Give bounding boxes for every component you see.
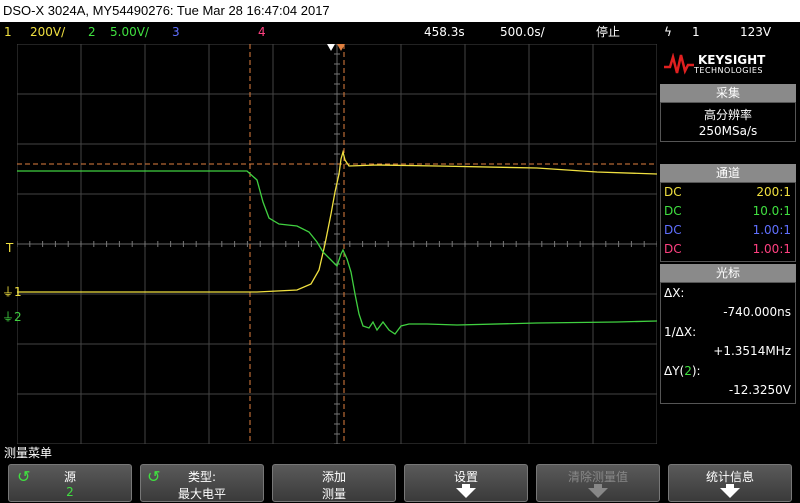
cursors-box[interactable]: ΔX: -740.000ns 1/ΔX: +1.3514MHz ΔY(2): -… bbox=[660, 282, 796, 404]
add-measurement-line2: 测量 bbox=[321, 487, 346, 501]
brand-name: KEYSIGHT bbox=[698, 52, 766, 67]
cursor-dy-prefix: ΔY( bbox=[664, 364, 685, 378]
cursor-inv-dx-label: 1/ΔX: bbox=[664, 325, 697, 339]
window-title: DSO-X 3024A, MY54490276: Tue Mar 28 16:4… bbox=[0, 0, 800, 22]
add-measurement-softkey[interactable]: 添加 测量 bbox=[272, 464, 396, 502]
source-softkey-value: 2 bbox=[66, 485, 74, 499]
type-softkey-label: 类型: bbox=[187, 470, 217, 484]
ch2-scale[interactable]: 5.00V/ bbox=[110, 22, 149, 42]
ch3-number[interactable]: 3 bbox=[172, 22, 180, 42]
statistics-softkey[interactable]: 统计信息 bbox=[668, 464, 792, 502]
acquire-header[interactable]: 采集 bbox=[660, 84, 796, 102]
channels-header[interactable]: 通道 bbox=[660, 164, 796, 182]
cursor-dx-label: ΔX: bbox=[664, 286, 685, 300]
cursor-dy-suffix: ): bbox=[691, 364, 701, 378]
submenu-arrow-icon-3 bbox=[720, 488, 740, 498]
channels-box[interactable]: DC 200:1 DC 10.0:1 DC 1.00:1 DC 1.00:1 bbox=[660, 182, 796, 262]
cursors-header[interactable]: 光标 bbox=[660, 264, 796, 282]
rotate-knob-icon: ↺ bbox=[17, 467, 31, 486]
ch1-probe: 200:1 bbox=[756, 185, 791, 199]
ch2-ground-marker[interactable]: ⏚2 bbox=[2, 308, 22, 325]
cursor-top-marker-1 bbox=[327, 44, 335, 51]
ch1-coupling: DC bbox=[664, 185, 682, 199]
trigger-channel[interactable]: 1 bbox=[692, 22, 700, 42]
cursor-dy-value: -12.3250V bbox=[728, 383, 791, 397]
keysight-wave-icon bbox=[664, 53, 694, 75]
ch3-coupling: DC bbox=[664, 223, 682, 237]
clear-measurements-label: 清除测量值 bbox=[567, 470, 628, 484]
time-scale[interactable]: 500.0s/ bbox=[500, 22, 545, 42]
ch4-number[interactable]: 4 bbox=[258, 22, 266, 42]
ch2-number[interactable]: 2 bbox=[88, 22, 96, 42]
keysight-logo: KEYSIGHT TECHNOLOGIES bbox=[664, 44, 794, 84]
submenu-arrow-icon bbox=[456, 488, 476, 498]
ch1-number[interactable]: 1 bbox=[4, 22, 12, 42]
ch1-ground-label: 1 bbox=[14, 285, 22, 299]
statistics-softkey-label: 统计信息 bbox=[705, 470, 754, 484]
cursor-dy-channel: 2 bbox=[684, 364, 692, 378]
status-bar: 1 200V/ 2 5.00V/ 3 4 458.3s 500.0s/ 停止 ϟ… bbox=[0, 22, 800, 42]
clear-measurements-softkey[interactable]: 清除测量值 bbox=[536, 464, 660, 502]
acquire-mode: 高分辨率 bbox=[703, 108, 752, 122]
logo-text-block: KEYSIGHT TECHNOLOGIES bbox=[694, 54, 765, 75]
time-delay[interactable]: 458.3s bbox=[424, 22, 465, 42]
acquire-rate: 250MSa/s bbox=[698, 124, 758, 138]
cursor-dx-value: -740.000ns bbox=[723, 305, 791, 319]
settings-softkey-label: 设置 bbox=[453, 470, 478, 484]
submenu-arrow-icon-2 bbox=[588, 488, 608, 498]
settings-softkey[interactable]: 设置 bbox=[404, 464, 528, 502]
ch4-probe: 1.00:1 bbox=[752, 242, 791, 256]
ch2-probe: 10.0:1 bbox=[752, 204, 791, 218]
ch2-coupling: DC bbox=[664, 204, 682, 218]
ch2-ground-label: 2 bbox=[14, 310, 22, 324]
brand-subtitle: TECHNOLOGIES bbox=[694, 65, 763, 75]
waveform-svg bbox=[16, 43, 658, 445]
waveform-display[interactable] bbox=[16, 43, 658, 445]
info-panel: KEYSIGHT TECHNOLOGIES 采集 高分辨率 250MSa/s 通… bbox=[658, 44, 800, 444]
softkey-bar: 源 2 ↺ ↺ 类型: 最大电平 添加 测量 设置 清除测量值 统计信息 bbox=[0, 462, 800, 503]
ch1-scale[interactable]: 200V/ bbox=[30, 22, 65, 42]
cursor-inv-dx-value: +1.3514MHz bbox=[713, 344, 791, 358]
source-softkey[interactable]: 源 2 ↺ bbox=[8, 464, 132, 502]
run-state[interactable]: 停止 bbox=[596, 22, 620, 42]
type-softkey[interactable]: ↺ 类型: 最大电平 bbox=[140, 464, 264, 502]
cursor-dy-label: ΔY(2): bbox=[664, 364, 701, 378]
type-softkey-value: 最大电平 bbox=[177, 487, 226, 501]
graticule bbox=[16, 43, 658, 445]
add-measurement-line1: 添加 bbox=[321, 470, 346, 484]
ch1-ground-marker[interactable]: ⏚1 bbox=[2, 283, 22, 300]
menu-title: 测量菜单 bbox=[4, 446, 53, 460]
trigger-edge-icon: ϟ bbox=[664, 25, 672, 39]
trigger-level-marker[interactable]: T bbox=[6, 241, 13, 255]
acquire-box[interactable]: 高分辨率 250MSa/s bbox=[660, 102, 796, 142]
ch4-coupling: DC bbox=[664, 242, 682, 256]
ch3-probe: 1.00:1 bbox=[752, 223, 791, 237]
trigger-level[interactable]: 123V bbox=[740, 22, 771, 42]
